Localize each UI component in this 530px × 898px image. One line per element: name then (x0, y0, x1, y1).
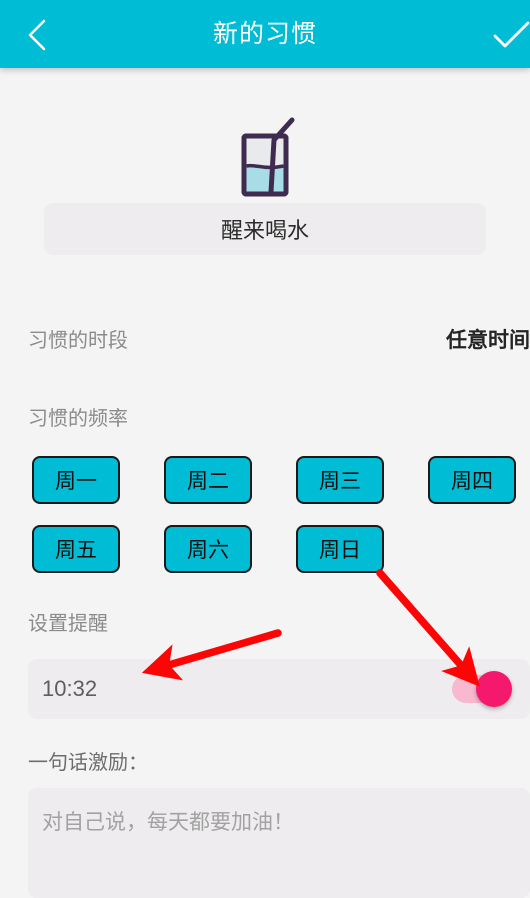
motivation-label: 一句话激励： (28, 752, 148, 774)
reminder-toggle[interactable] (452, 671, 512, 707)
weekday-chip-saturday[interactable]: 周六 (164, 525, 252, 573)
weekday-chip-monday[interactable]: 周一 (32, 456, 120, 504)
habit-period-row[interactable]: 习惯的时段 任意时间 (28, 326, 530, 356)
weekday-selector: 周一 周二 周三 周四 周五 周六 周日 (32, 456, 530, 594)
weekday-chip-friday[interactable]: 周五 (32, 525, 120, 573)
reminder-time-value[interactable]: 10:32 (42, 659, 97, 719)
reminder-row: 10:32 (28, 659, 530, 719)
page-title: 新的习惯 (212, 20, 317, 48)
weekday-chip-tuesday[interactable]: 周二 (164, 456, 252, 504)
reminder-label: 设置提醒 (28, 613, 108, 635)
check-icon (493, 21, 530, 48)
app-header: 新的习惯 (0, 0, 530, 68)
habit-period-label: 习惯的时段 (28, 330, 128, 352)
weekday-row-2: 周五 周六 周日 (32, 525, 530, 573)
weekday-chip-wednesday[interactable]: 周三 (296, 456, 384, 504)
weekday-row-1: 周一 周二 周三 周四 (32, 456, 530, 504)
reminder-toggle-thumb (476, 671, 512, 707)
motivation-placeholder: 对自己说，每天都要加油！ (42, 811, 294, 834)
habit-icon-container[interactable] (0, 110, 530, 198)
weekday-chip-thursday[interactable]: 周四 (428, 456, 516, 504)
habit-name-input[interactable]: 醒来喝水 (44, 203, 486, 255)
weekday-chip-sunday[interactable]: 周日 (296, 525, 384, 573)
water-glass-with-straw-icon (241, 117, 295, 197)
motivation-textarea[interactable]: 对自己说，每天都要加油！ (28, 788, 530, 898)
habit-frequency-label: 习惯的频率 (28, 408, 128, 430)
confirm-button[interactable] (488, 14, 530, 56)
habit-period-value: 任意时间 (446, 329, 530, 352)
